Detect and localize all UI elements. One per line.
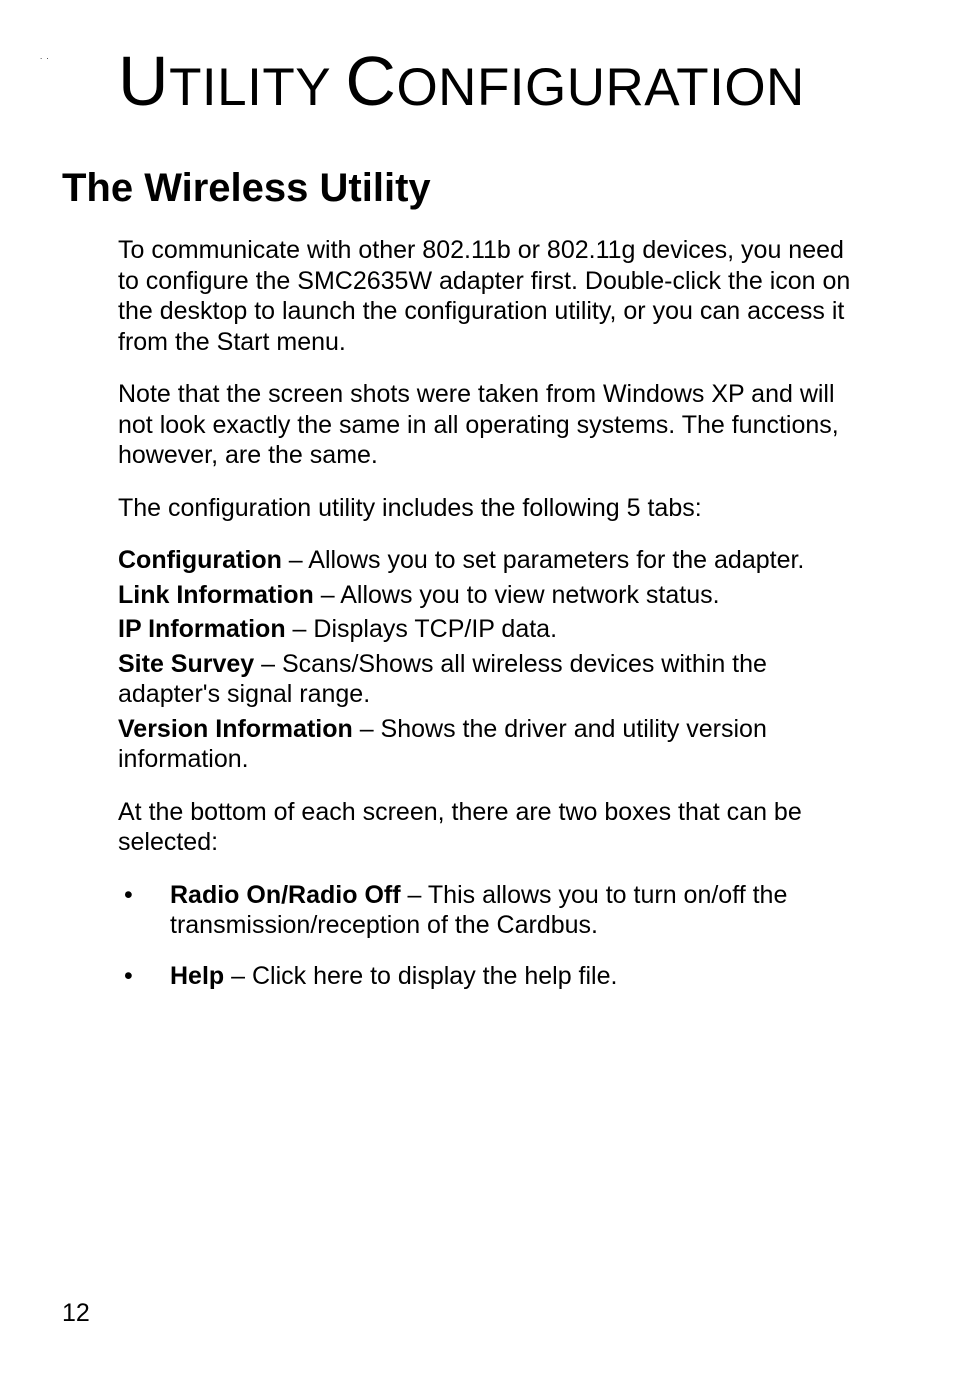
paragraph-boxes-lead: At the bottom of each screen, there are …	[118, 797, 870, 858]
tab-configuration: Configuration – Allows you to set parame…	[118, 545, 870, 576]
bullet-label: Help	[170, 962, 224, 990]
body-text: To communicate with other 802.11b or 802…	[118, 235, 870, 991]
tab-desc: – Allows you to view network status.	[314, 581, 720, 609]
tab-label: Configuration	[118, 546, 282, 574]
chapter-marker: . .	[40, 52, 50, 61]
tab-version-information: Version Information – Shows the driver a…	[118, 714, 870, 775]
chapter-title: UTILITY CONFIGURATION	[118, 46, 805, 116]
tab-label: Version Information	[118, 715, 353, 743]
bullet-text: Radio On/Radio Off – This allows you to …	[170, 880, 870, 941]
tab-ip-information: IP Information – Displays TCP/IP data.	[118, 614, 870, 645]
bullet-text: Help – Click here to display the help fi…	[170, 961, 870, 992]
tab-desc: – Allows you to set parameters for the a…	[282, 546, 805, 574]
bullet-icon: •	[118, 880, 170, 911]
bullet-list: • Radio On/Radio Off – This allows you t…	[118, 880, 870, 992]
bullet-desc: – Click here to display the help file.	[224, 962, 617, 990]
section-title: The Wireless Utility	[62, 166, 870, 211]
page-number: 12	[62, 1299, 90, 1328]
bullet-icon: •	[118, 961, 170, 992]
tab-desc: – Displays TCP/IP data.	[286, 615, 557, 643]
paragraph-intro2: Note that the screen shots were taken fr…	[118, 379, 870, 471]
chapter-title-row: . . UTILITY CONFIGURATION	[40, 46, 870, 116]
tab-link-information: Link Information – Allows you to view ne…	[118, 580, 870, 611]
paragraph-tabs-lead: The configuration utility includes the f…	[118, 493, 870, 524]
tab-label: Link Information	[118, 581, 314, 609]
tab-label: IP Information	[118, 615, 286, 643]
tab-site-survey: Site Survey – Scans/Shows all wireless d…	[118, 649, 870, 710]
page: . . UTILITY CONFIGURATION The Wireless U…	[0, 0, 954, 1388]
list-item: • Help – Click here to display the help …	[118, 961, 870, 992]
tab-label: Site Survey	[118, 650, 254, 678]
bullet-label: Radio On/Radio Off	[170, 881, 401, 909]
paragraph-intro1: To communicate with other 802.11b or 802…	[118, 235, 870, 357]
list-item: • Radio On/Radio Off – This allows you t…	[118, 880, 870, 941]
